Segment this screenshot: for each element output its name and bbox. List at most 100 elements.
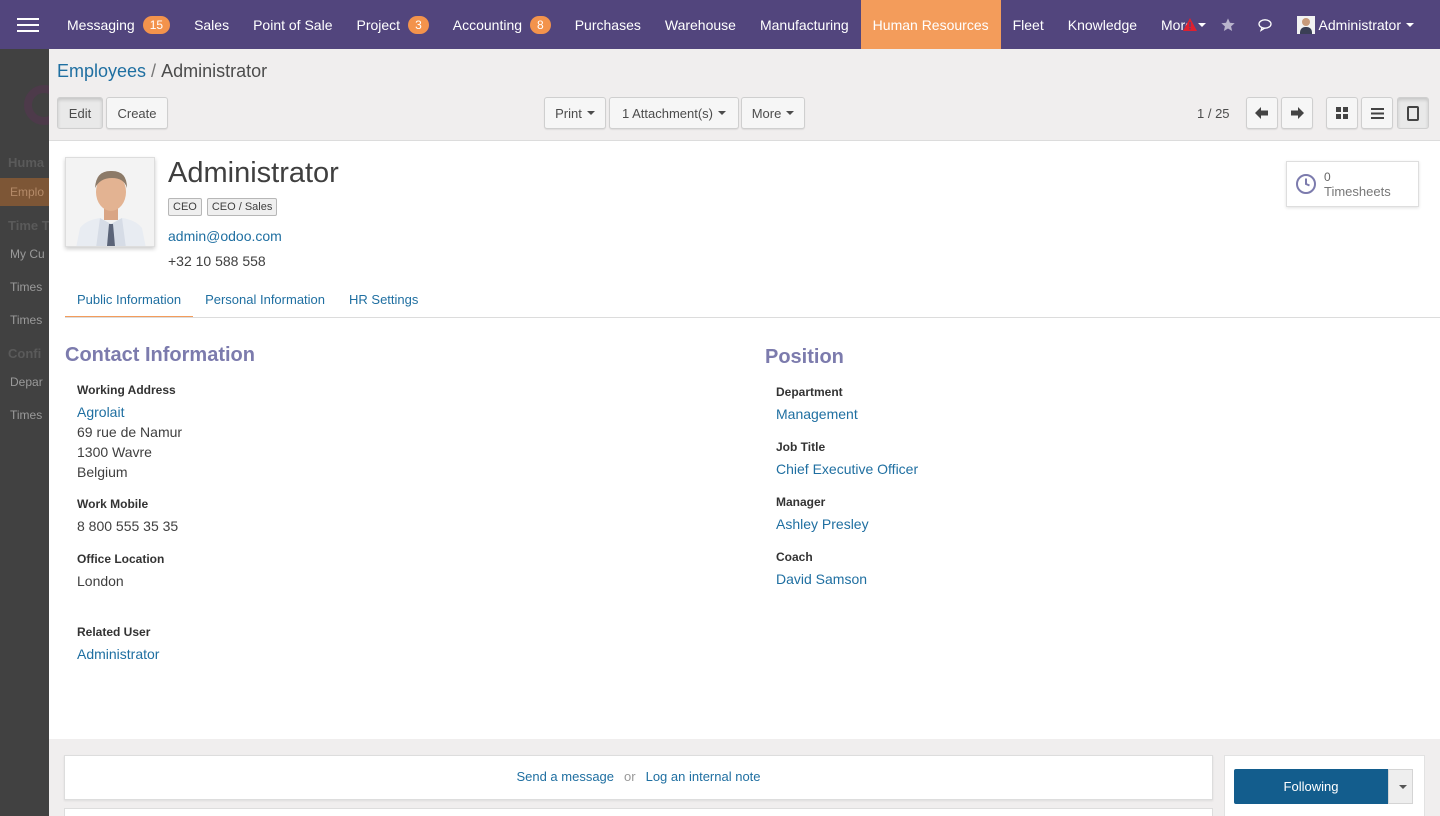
create-button[interactable]: Create xyxy=(106,97,168,129)
main-navbar: Messaging 15 Sales Point of Sale Project… xyxy=(0,0,1440,49)
sidebar-item-timesheets-2[interactable]: Times xyxy=(10,313,42,327)
menu-item-messaging[interactable]: Messaging 15 xyxy=(55,0,182,49)
kanban-view-button[interactable] xyxy=(1326,97,1358,129)
caret-down-icon xyxy=(786,111,795,115)
form-icon xyxy=(1407,105,1419,121)
menu-item-purchases[interactable]: Purchases xyxy=(563,0,653,49)
menu-item-point-of-sale[interactable]: Point of Sale xyxy=(241,0,344,49)
pager-value[interactable]: 1 / 25 xyxy=(1197,106,1230,121)
caret-down-icon xyxy=(718,111,727,115)
tab-hr-settings[interactable]: HR Settings xyxy=(337,289,430,318)
control-panel: Employees / Administrator Edit Create Prin… xyxy=(49,49,1440,141)
menu-item-manufacturing[interactable]: Manufacturing xyxy=(748,0,861,49)
timesheets-stat-text: 0 Timesheets xyxy=(1324,170,1391,199)
caret-down-icon xyxy=(586,111,595,115)
chat-bubbles-icon[interactable] xyxy=(1247,0,1285,49)
working-address-label: Working Address xyxy=(77,383,176,397)
employee-photo[interactable] xyxy=(65,157,155,247)
messaging-count-badge: 15 xyxy=(142,15,171,34)
office-location-label: Office Location xyxy=(77,552,165,566)
tab-public-information[interactable]: Public Information xyxy=(65,289,194,318)
user-name: Administrator xyxy=(1318,16,1401,33)
menu-item-sales[interactable]: Sales xyxy=(182,0,241,49)
employee-category-tags: CEO CEO / Sales xyxy=(168,198,278,216)
breadcrumb: Employees / Administrator xyxy=(57,61,267,82)
job-title-link[interactable]: Chief Executive Officer xyxy=(776,459,918,479)
employee-form: Administrator CEO CEO / Sales admin@odoo… xyxy=(49,141,1440,739)
print-label: Print xyxy=(555,105,582,121)
star-icon[interactable] xyxy=(1209,0,1247,49)
related-user-link[interactable]: Administrator xyxy=(77,644,159,664)
app-menu-toggle[interactable] xyxy=(0,0,55,49)
followers-dropdown-toggle[interactable] xyxy=(1388,769,1413,804)
timesheets-count: 0 xyxy=(1324,169,1331,184)
working-address-street: 69 rue de Namur xyxy=(77,424,183,440)
hamburger-line xyxy=(16,23,39,26)
category-tag: CEO xyxy=(168,198,202,216)
breadcrumb-employees-link[interactable]: Employees xyxy=(57,61,146,81)
menu-item-human-resources[interactable]: Human Resources xyxy=(860,0,1001,49)
sidebar-item-timesheets-3[interactable]: Times xyxy=(10,408,42,422)
log-note-link[interactable]: Log an internal note xyxy=(646,769,761,784)
accounting-count-badge: 8 xyxy=(530,15,551,34)
related-user-label: Related User xyxy=(77,625,151,639)
menu-item-label: Warehouse xyxy=(664,16,736,33)
breadcrumb-separator: / xyxy=(151,61,157,81)
employee-email-link[interactable]: admin@odoo.com xyxy=(168,228,282,244)
sidebar-section-human-resources: Huma xyxy=(8,155,45,170)
pager-next-button[interactable] xyxy=(1281,97,1313,129)
app-menu: Messaging 15 Sales Point of Sale Project… xyxy=(55,0,1218,49)
working-address-city: 1300 Wavre xyxy=(77,444,152,460)
menu-item-warehouse[interactable]: Warehouse xyxy=(653,0,748,49)
timesheets-stat-button[interactable]: 0 Timesheets xyxy=(1286,161,1419,207)
department-link[interactable]: Management xyxy=(776,404,858,424)
caret-down-icon xyxy=(1406,22,1414,27)
sidebar-item-departments[interactable]: Depar xyxy=(10,375,43,389)
company-logo xyxy=(24,85,49,125)
menu-item-fleet[interactable]: Fleet xyxy=(1001,0,1056,49)
employee-portrait-image xyxy=(66,158,154,246)
sidebar-item-employees[interactable]: Emplo xyxy=(10,185,44,199)
composer-or-text: or xyxy=(624,769,636,784)
menu-item-project[interactable]: Project 3 xyxy=(344,0,440,49)
pager-previous-button[interactable] xyxy=(1246,97,1278,129)
manager-link[interactable]: Ashley Presley xyxy=(776,514,869,534)
menu-item-label: Accounting xyxy=(452,16,523,33)
sidebar-item-my-current-timesheet[interactable]: My Cu xyxy=(10,247,45,261)
list-view-button[interactable] xyxy=(1361,97,1393,129)
manager-label: Manager xyxy=(776,495,826,509)
print-dropdown[interactable]: Print xyxy=(544,97,606,129)
menu-item-accounting[interactable]: Accounting 8 xyxy=(441,0,563,49)
caret-down-icon xyxy=(1399,784,1407,789)
coach-link[interactable]: David Samson xyxy=(776,569,867,589)
form-tabs: Public Information Personal Information … xyxy=(65,289,430,318)
working-address-country: Belgium xyxy=(77,464,128,480)
form-view-button[interactable] xyxy=(1397,97,1429,129)
tab-personal-information[interactable]: Personal Information xyxy=(193,289,337,318)
user-menu[interactable]: Administrator xyxy=(1285,15,1440,34)
working-address-company-link[interactable]: Agrolait xyxy=(77,402,124,422)
employee-phone: +32 10 588 558 xyxy=(168,253,266,269)
hamburger-line xyxy=(16,29,39,32)
list-icon xyxy=(1370,107,1384,119)
attachments-label: 1 Attachment(s) xyxy=(621,105,714,121)
project-count-badge: 3 xyxy=(408,15,429,34)
arrow-right-icon xyxy=(1291,107,1304,119)
breadcrumb-current: Administrator xyxy=(161,61,268,81)
kanban-grid-icon xyxy=(1336,107,1348,119)
tabs-divider xyxy=(65,317,1440,318)
position-title: Position xyxy=(765,346,844,368)
warning-icon[interactable] xyxy=(1171,0,1209,49)
department-label: Department xyxy=(776,385,843,399)
edit-button[interactable]: Edit xyxy=(57,97,103,129)
sidebar-item-timesheets[interactable]: Times xyxy=(10,280,42,294)
job-title-label: Job Title xyxy=(776,440,826,454)
arrow-left-icon xyxy=(1255,107,1268,119)
menu-item-label: Purchases xyxy=(574,16,641,33)
send-message-link[interactable]: Send a message xyxy=(516,769,614,784)
menu-item-knowledge[interactable]: Knowledge xyxy=(1056,0,1149,49)
more-actions-dropdown[interactable]: More xyxy=(741,97,805,129)
contact-information-title: Contact Information xyxy=(65,344,255,366)
attachments-dropdown[interactable]: 1 Attachment(s) xyxy=(609,97,739,129)
following-button[interactable]: Following xyxy=(1234,769,1388,804)
